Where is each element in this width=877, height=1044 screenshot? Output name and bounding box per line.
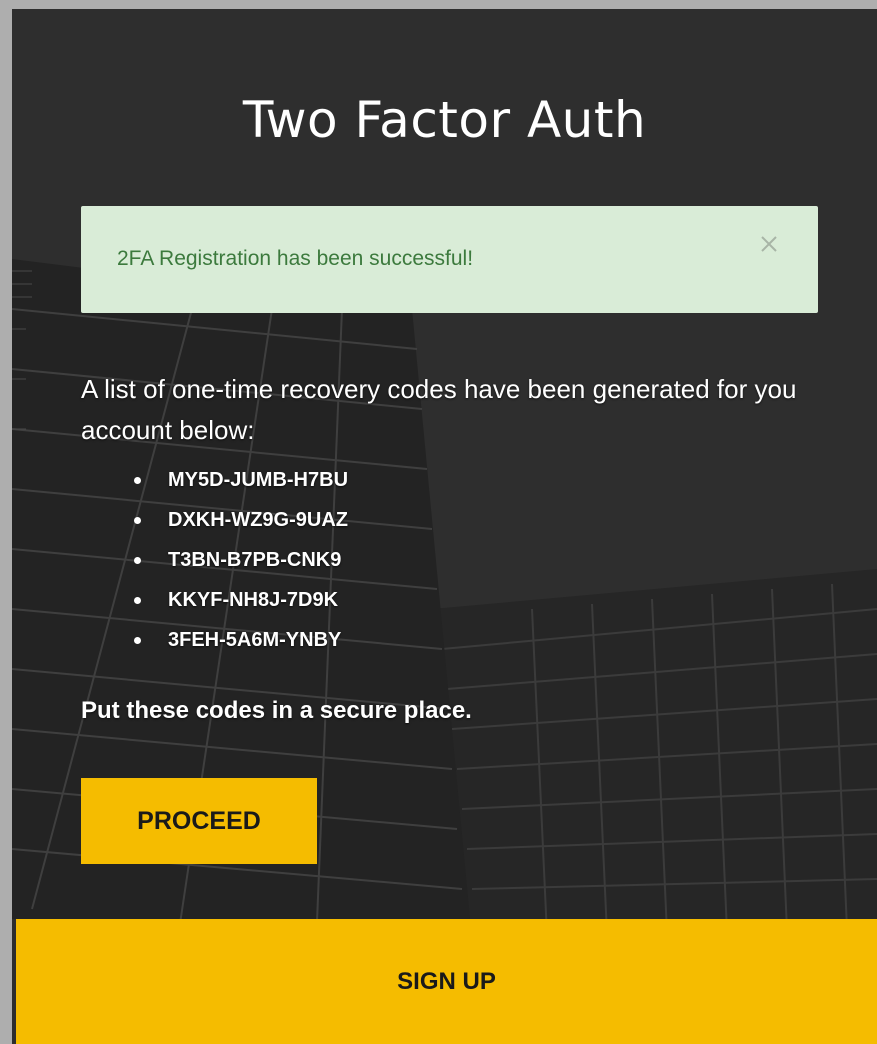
success-alert: 2FA Registration has been successful! [81, 206, 818, 313]
list-item: T3BN-B7PB-CNK9 [132, 544, 348, 584]
bullet-icon [134, 517, 141, 524]
list-item: DXKH-WZ9G-9UAZ [132, 504, 348, 544]
list-item: KKYF-NH8J-7D9K [132, 584, 348, 624]
bullet-icon [134, 597, 141, 604]
recovery-code: DXKH-WZ9G-9UAZ [168, 509, 348, 531]
recovery-code: 3FEH-5A6M-YNBY [168, 629, 342, 651]
proceed-button[interactable]: PROCEED [81, 778, 317, 864]
bullet-icon [134, 557, 141, 564]
recovery-description: A list of one-time recovery codes have b… [81, 374, 797, 445]
list-item: MY5D-JUMB-H7BU [132, 464, 348, 504]
bullet-icon [134, 477, 141, 484]
recovery-code: T3BN-B7PB-CNK9 [168, 549, 342, 571]
close-icon[interactable] [757, 232, 781, 256]
page-title: Two Factor Auth [242, 91, 647, 149]
sign-up-button[interactable]: SIGN UP [16, 919, 877, 1044]
secure-note: Put these codes in a secure place. [81, 697, 472, 724]
alert-message: 2FA Registration has been successful! [117, 247, 474, 270]
auth-panel: Two Factor Auth 2FA Registration has bee… [12, 9, 877, 1044]
page-frame: Two Factor Auth 2FA Registration has bee… [0, 0, 877, 1044]
recovery-code: MY5D-JUMB-H7BU [168, 469, 349, 491]
list-item: 3FEH-5A6M-YNBY [132, 624, 348, 664]
recovery-code: KKYF-NH8J-7D9K [168, 589, 339, 611]
recovery-code-list: MY5D-JUMB-H7BU DXKH-WZ9G-9UAZ T3BN-B7PB-… [132, 464, 348, 664]
bullet-icon [134, 637, 141, 644]
